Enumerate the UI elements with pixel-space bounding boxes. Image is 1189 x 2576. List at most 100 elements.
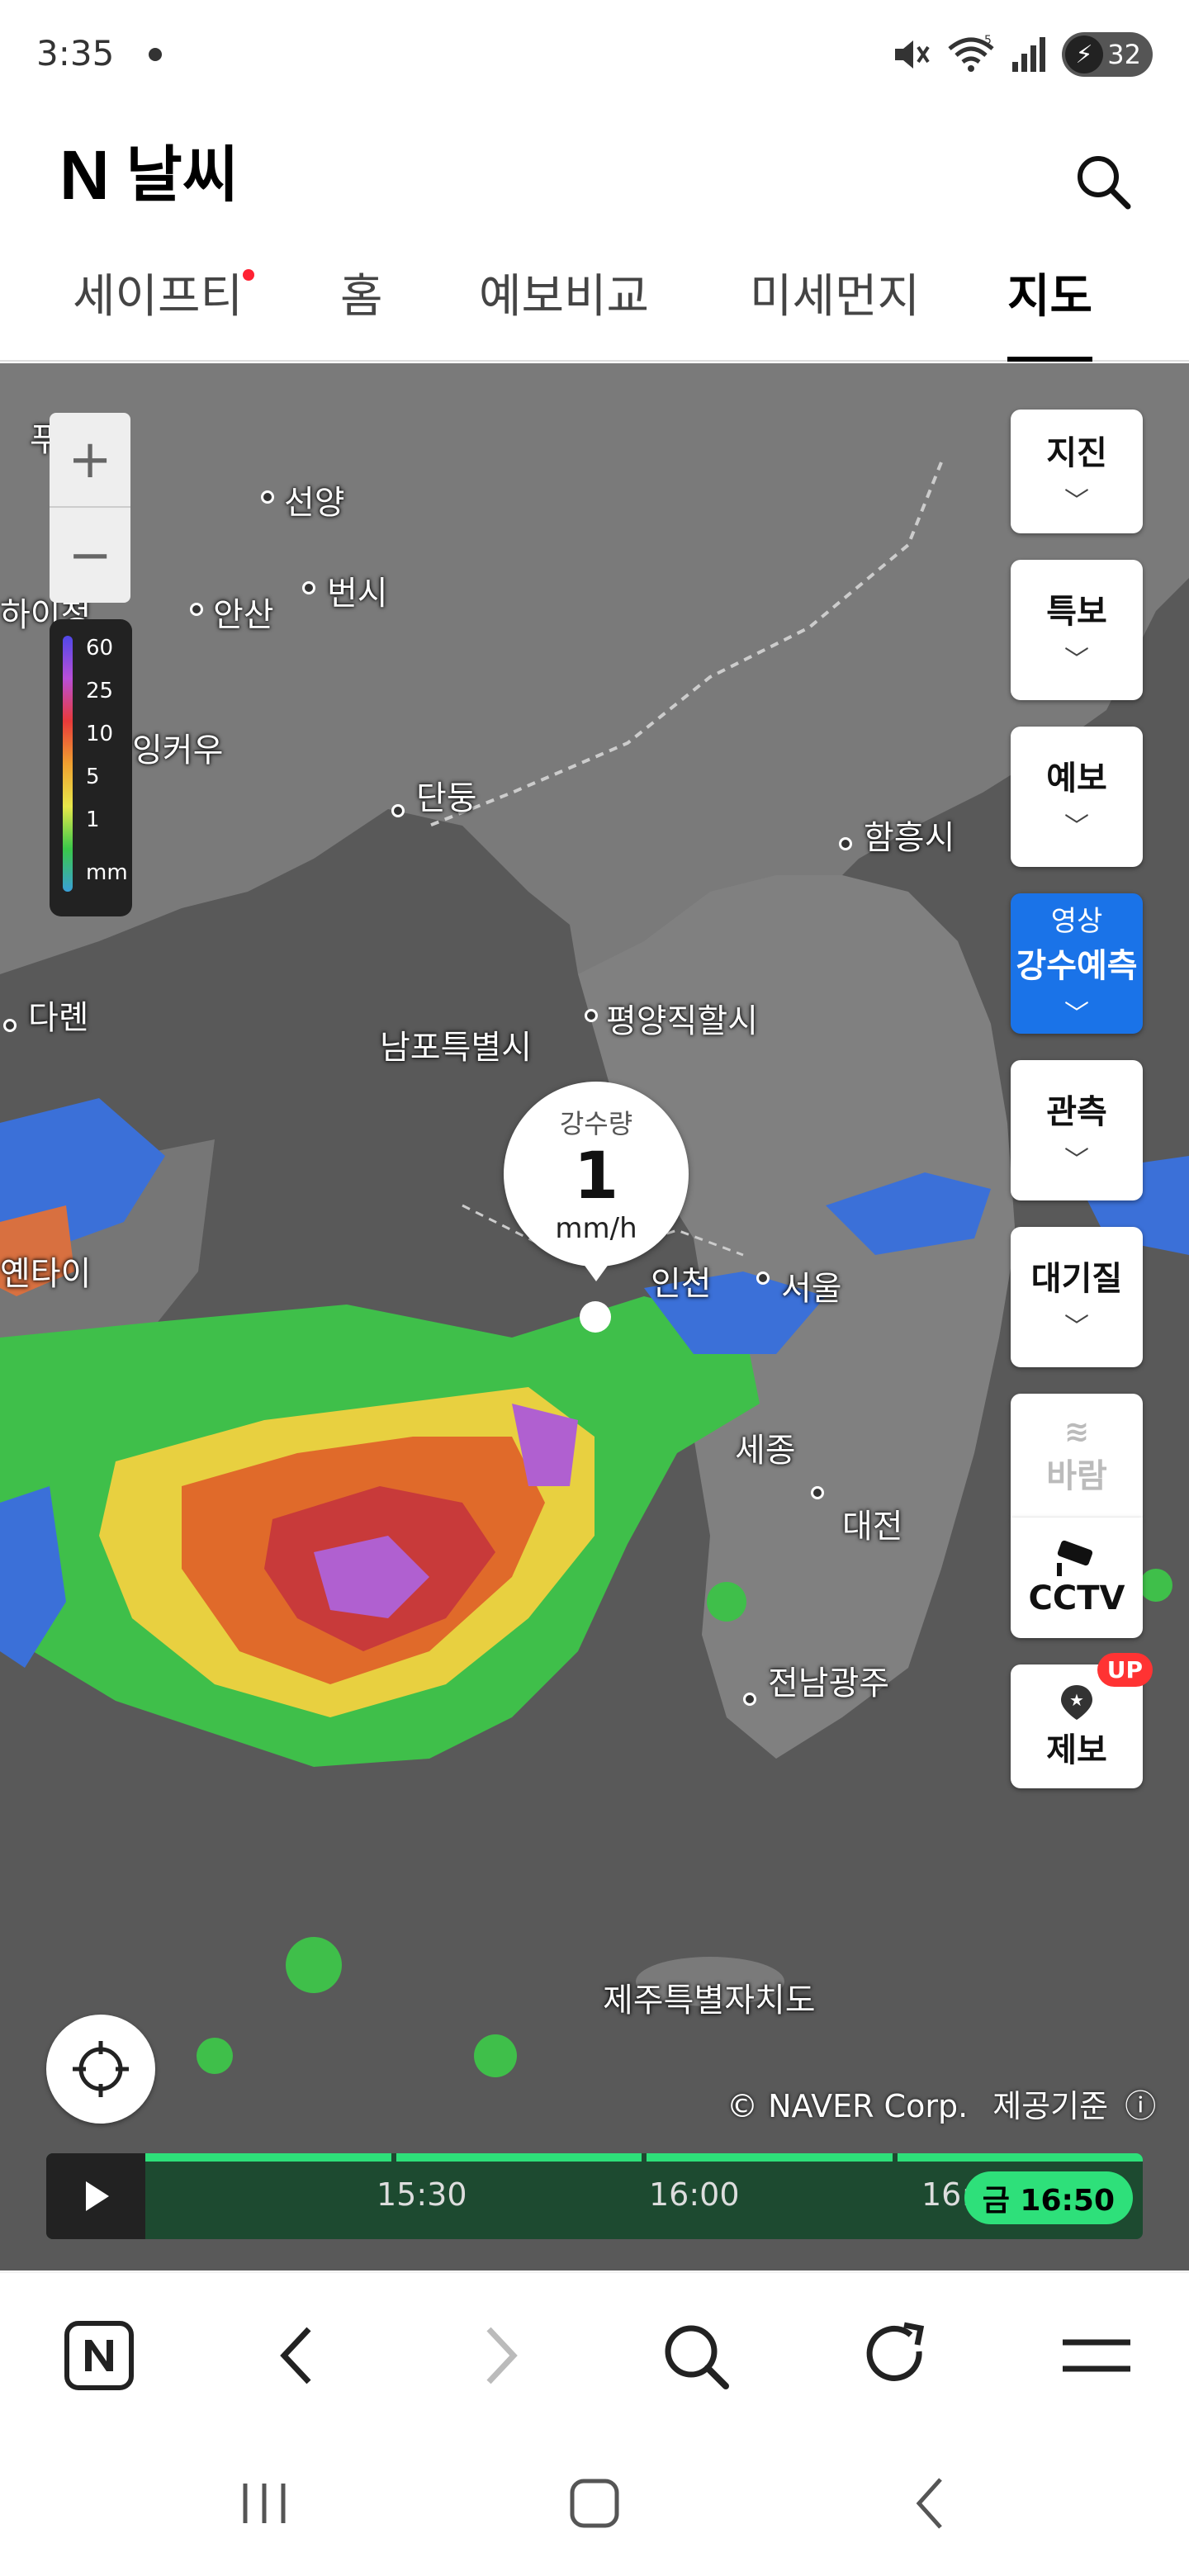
recent-apps-icon[interactable]: [223, 2470, 306, 2536]
search-icon[interactable]: [654, 2314, 737, 2397]
button-label: CCTV: [1028, 1579, 1125, 1617]
rain-forecast-video-button[interactable]: 영상 강수예측 ﹀: [1011, 893, 1143, 1034]
button-label: 관측: [1046, 1093, 1107, 1131]
zoom-out-button[interactable]: −: [50, 508, 130, 603]
status-icons: 5 ⚡ 32: [890, 30, 1153, 79]
play-button[interactable]: [46, 2153, 145, 2239]
browser-toolbar: [0, 2272, 1189, 2429]
air-quality-button[interactable]: 대기질 ﹀: [1011, 1227, 1143, 1367]
city-label-yantai: 옌타이: [0, 1255, 92, 1293]
svg-text:★: ★: [1069, 1690, 1084, 1710]
back-icon[interactable]: [888, 2470, 971, 2536]
weather-map[interactable]: 푸시 선양 번시 안산 하이청 잉커우 단둥 함흥시 다롄 남포특별시 평양직할…: [0, 363, 1189, 2271]
button-label: 강수예측: [1016, 946, 1138, 985]
forecast-button[interactable]: 예보 ﹀: [1011, 727, 1143, 867]
progress-segment: [145, 2153, 391, 2162]
chevron-down-icon: ﹀: [1064, 646, 1089, 675]
city-dot: [190, 603, 203, 616]
city-label-pyongyang: 평양직할시: [606, 1002, 758, 1040]
button-label: 특보: [1046, 593, 1107, 631]
crosshair-icon: [73, 2041, 129, 2097]
timeline-progress[interactable]: [145, 2153, 1143, 2162]
tab-forecast-compare[interactable]: 예보비교: [479, 259, 649, 362]
precipitation-bubble: 강수량 1 mm/h: [504, 1082, 689, 1281]
info-icon[interactable]: ⓘ: [1125, 2088, 1156, 2124]
observation-button[interactable]: 관측 ﹀: [1011, 1060, 1143, 1200]
zoom-control: + −: [50, 413, 130, 603]
legend-value: 10: [86, 722, 114, 746]
naver-logo: N: [59, 136, 110, 214]
search-icon[interactable]: [1070, 149, 1136, 215]
wind-button[interactable]: ≋ 바람: [1011, 1394, 1143, 1518]
wifi-icon: 5: [948, 34, 994, 72]
legend-unit: mm: [86, 860, 128, 885]
progress-segment: [396, 2153, 642, 2162]
city-label-yingkou: 잉커우: [132, 732, 224, 769]
tab-home[interactable]: 홈: [340, 259, 383, 362]
back-icon[interactable]: [256, 2314, 339, 2397]
tab-label: 미세먼지: [750, 270, 921, 324]
tab-fine-dust[interactable]: 미세먼지: [750, 259, 920, 362]
timeline-tick: 16:00: [649, 2176, 740, 2213]
tab-safety[interactable]: 세이프티: [73, 259, 255, 362]
city-label-dalian: 다롄: [28, 999, 89, 1037]
my-location-button[interactable]: [46, 2015, 155, 2124]
svg-text:5: 5: [984, 34, 992, 47]
button-label: 제보: [1046, 1731, 1107, 1769]
current-time-badge[interactable]: 금 16:50: [964, 2171, 1133, 2224]
city-dot: [743, 1693, 756, 1706]
bubble-value: 1: [573, 1139, 619, 1214]
legend-color-bar: [63, 636, 73, 892]
timeline-player: 15:30 16:00 16:30 금 16:50: [46, 2153, 1143, 2239]
page-title: 날씨: [126, 140, 239, 211]
wind-icon: ≋: [1063, 1414, 1090, 1449]
earthquake-button[interactable]: 지진 ﹀: [1011, 410, 1143, 533]
cctv-button[interactable]: CCTV: [1011, 1518, 1143, 1638]
status-time: 3:35: [36, 33, 115, 73]
progress-segment: [897, 2153, 1143, 2162]
city-dot: [391, 804, 405, 817]
city-dot: [839, 837, 852, 850]
chevron-down-icon: ﹀: [1064, 1146, 1089, 1175]
button-label: 지진: [1046, 434, 1107, 472]
system-nav-bar: [0, 2429, 1189, 2576]
capital-dot: [585, 1009, 598, 1022]
naver-home-icon[interactable]: [58, 2314, 140, 2397]
signal-icon: [1012, 37, 1045, 72]
report-button[interactable]: ★ 제보 UP: [1011, 1653, 1153, 1788]
city-label-jeju: 제주특별자치도: [603, 1982, 816, 2020]
status-bar: 3:35 5 ⚡ 32: [0, 0, 1189, 107]
source-link[interactable]: 제공기준: [992, 2088, 1108, 2124]
chevron-down-icon: ﹀: [1064, 999, 1089, 1029]
location-pin[interactable]: [580, 1301, 611, 1333]
tab-label: 예보비교: [479, 270, 650, 324]
button-sublabel: 영상: [1050, 904, 1103, 938]
tab-label: 지도: [1007, 270, 1093, 324]
chevron-down-icon: ﹀: [1064, 487, 1089, 516]
tab-bar: 세이프티 홈 예보비교 미세먼지 지도: [0, 248, 1189, 362]
battery-level: 32: [1107, 39, 1141, 70]
bubble-unit: mm/h: [555, 1212, 637, 1245]
city-dot: [811, 1486, 824, 1499]
forward-icon[interactable]: [459, 2314, 542, 2397]
city-label-nampo: 남포특별시: [380, 1029, 532, 1067]
city-label-hamheung: 함흥시: [864, 819, 955, 857]
city-dot: [302, 581, 315, 594]
button-label: 바람: [1046, 1456, 1107, 1495]
legend-value: 1: [86, 807, 100, 832]
city-label-benxi: 번시: [327, 575, 388, 613]
notification-dot: [149, 48, 162, 61]
city-label-seoul: 서울: [781, 1270, 842, 1308]
zoom-in-button[interactable]: +: [50, 413, 130, 508]
menu-icon[interactable]: [1055, 2314, 1138, 2397]
tab-map[interactable]: 지도: [1007, 259, 1093, 362]
play-icon: [86, 2181, 109, 2211]
naver-weather-logo[interactable]: N 날씨: [59, 140, 239, 210]
home-icon[interactable]: [553, 2470, 636, 2536]
report-icon: ★: [1061, 1685, 1092, 1720]
weather-warning-button[interactable]: 특보 ﹀: [1011, 560, 1143, 700]
refresh-icon[interactable]: [855, 2314, 938, 2397]
city-label-gwangju: 전남광주: [768, 1664, 890, 1702]
mute-icon: [895, 40, 930, 69]
legend-value: 5: [86, 765, 100, 789]
